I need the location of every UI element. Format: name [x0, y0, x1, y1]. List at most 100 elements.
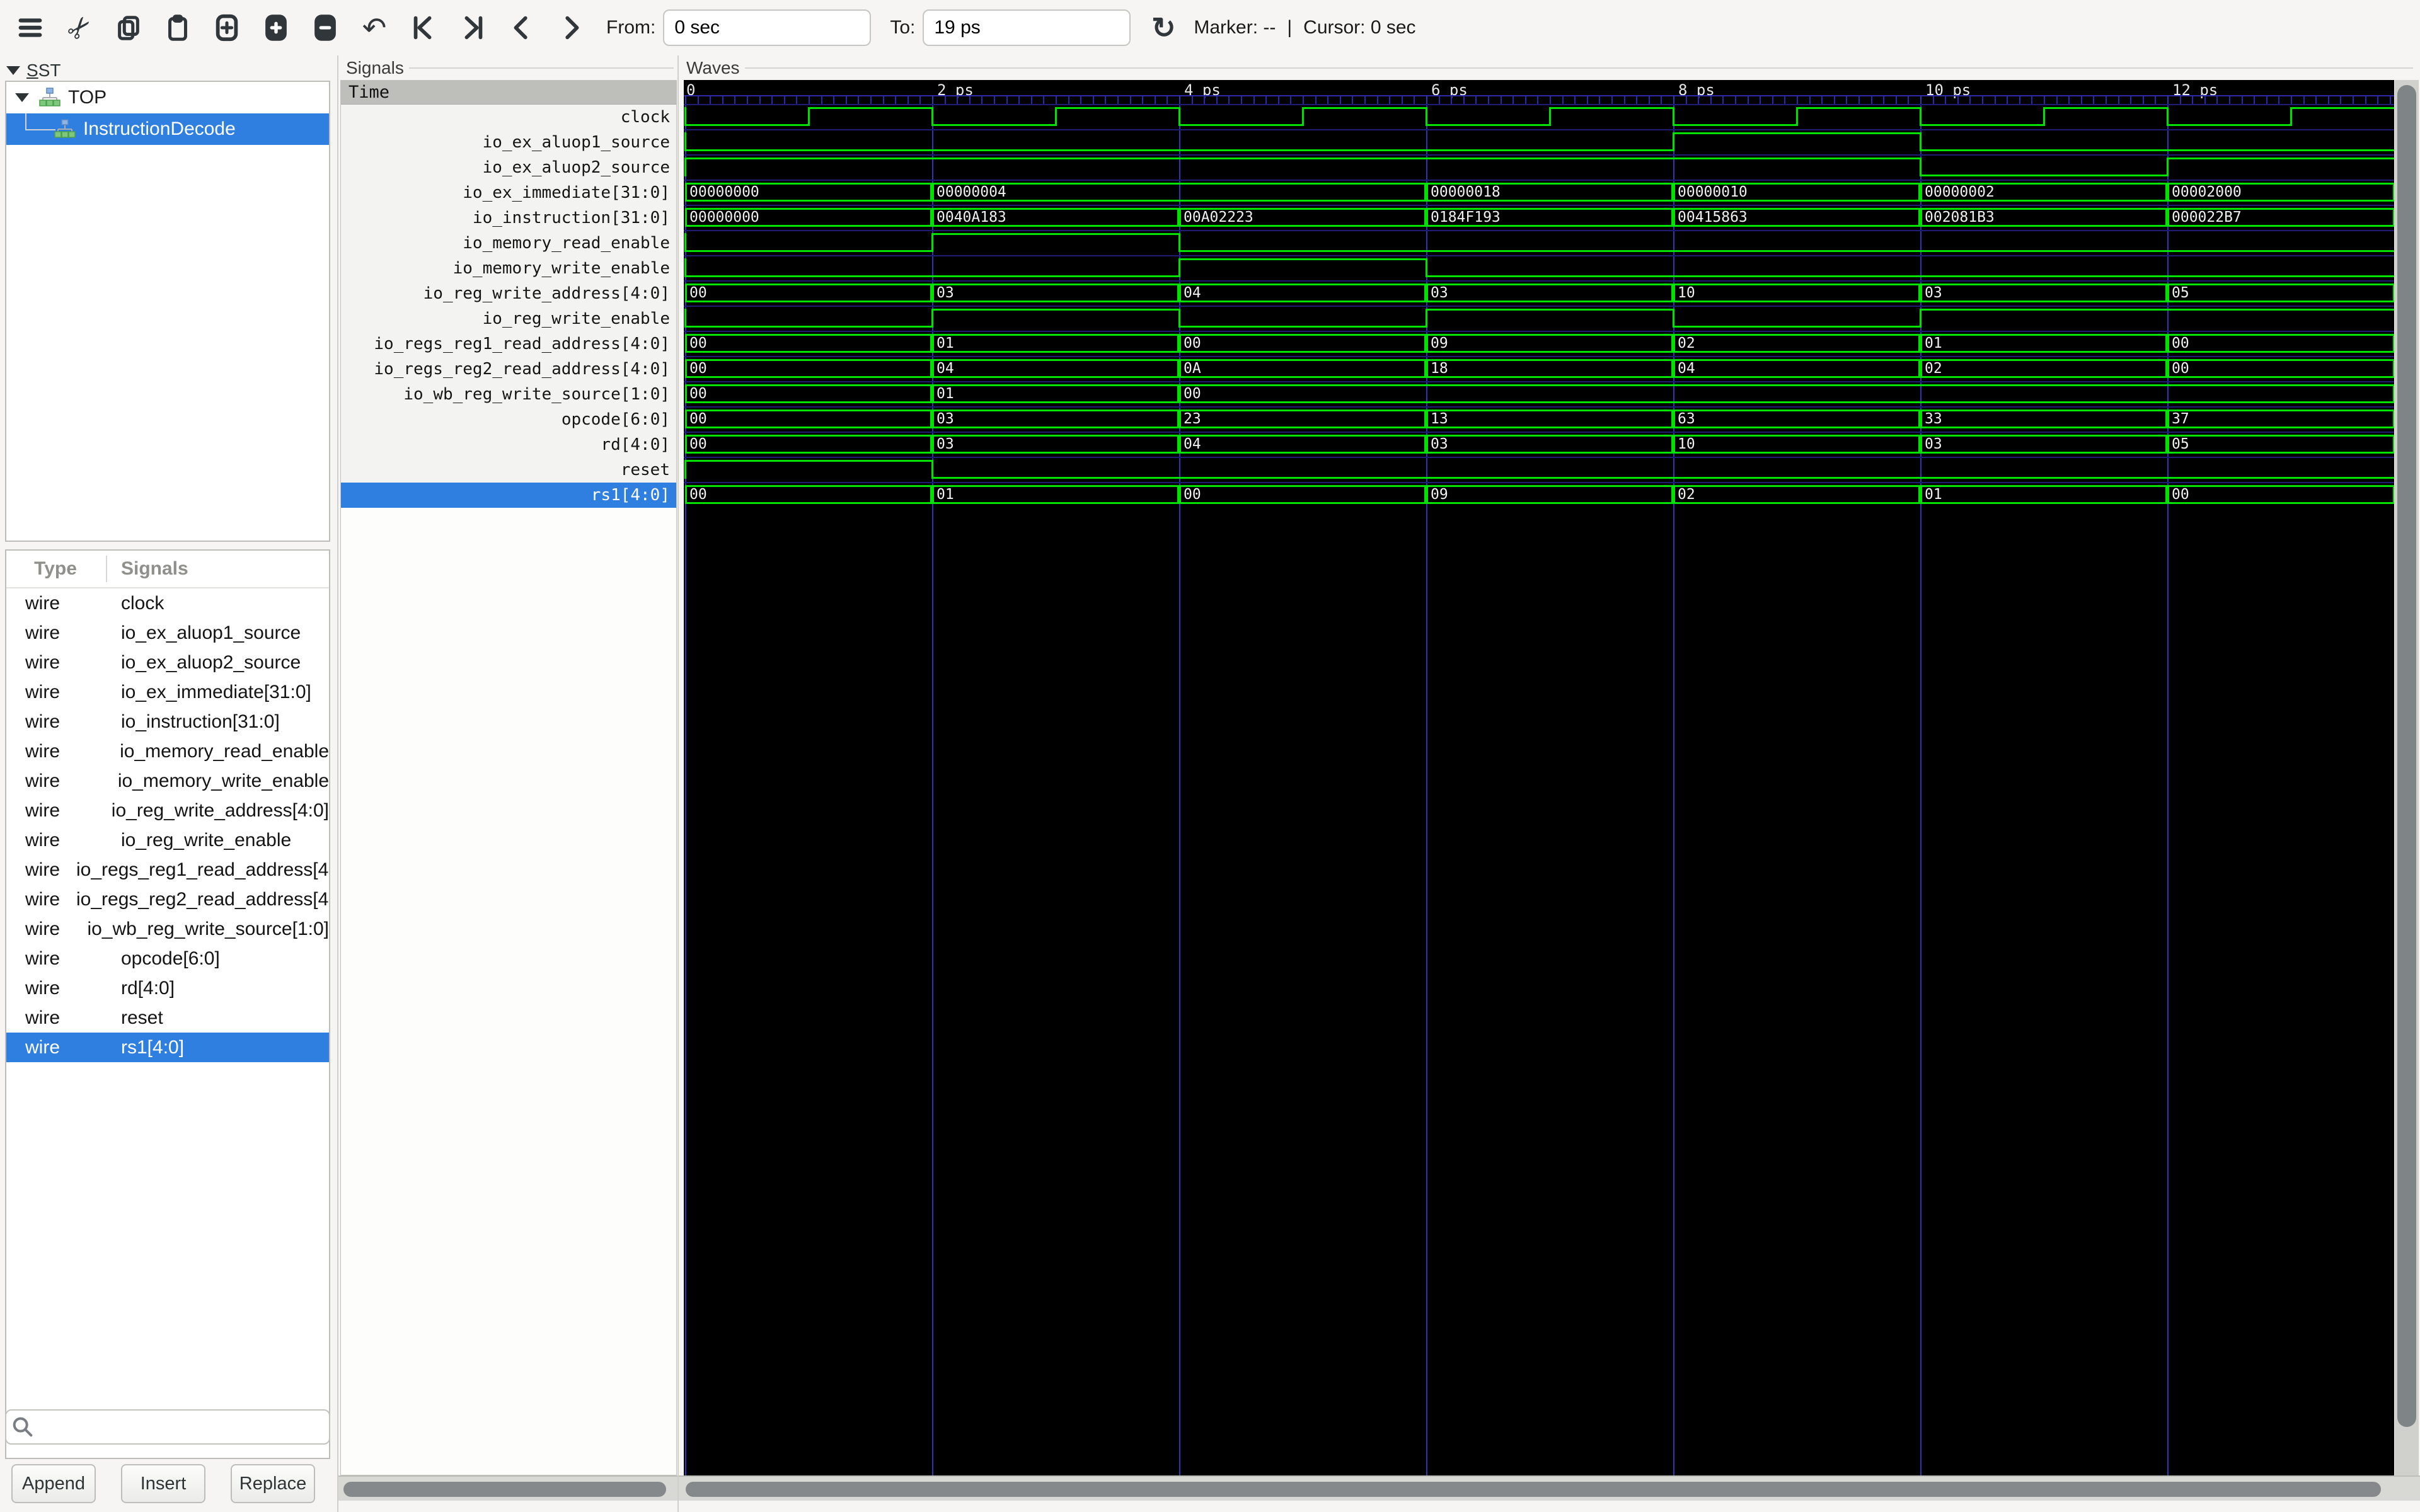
sst-title: SST	[26, 60, 60, 81]
wave-signal-name[interactable]: io_regs_reg2_read_address[4:0]	[341, 357, 676, 382]
go-to-end-icon[interactable]	[456, 10, 489, 45]
bit-edge	[1920, 309, 1922, 328]
signal-type: wire	[6, 830, 105, 851]
sst-header[interactable]: SST	[6, 60, 60, 81]
signal-table-row[interactable]: wireopcode[6:0]	[6, 944, 329, 973]
wave-signal-name[interactable]: io_ex_aluop2_source	[341, 155, 676, 180]
wave-signal-name[interactable]: clock	[341, 105, 676, 130]
zoom-fit-icon[interactable]	[210, 10, 243, 45]
go-to-start-icon[interactable]	[407, 10, 440, 45]
signal-name: io_ex_aluop2_source	[105, 652, 301, 673]
menu-icon[interactable]	[14, 10, 47, 45]
signal-table-row[interactable]: wireio_reg_write_enable	[6, 825, 329, 855]
cut-icon[interactable]: ✂	[63, 10, 96, 45]
signal-type: wire	[6, 889, 60, 910]
signal-table-row[interactable]: wireio_regs_reg2_read_address[4:0]	[6, 885, 329, 914]
bus-value-box	[1426, 334, 1673, 353]
wave-signal-name[interactable]: io_wb_reg_write_source[1:0]	[341, 382, 676, 407]
signal-table-row[interactable]: wireio_wb_reg_write_source[1:0]	[6, 914, 329, 944]
signal-table-row[interactable]: wireio_reg_write_address[4:0]	[6, 796, 329, 825]
signals-hscrollbar[interactable]	[338, 1475, 679, 1501]
step-forward-icon[interactable]	[555, 10, 587, 45]
bus-value-label: 05	[2172, 436, 2189, 452]
wave-signal-name[interactable]: io_memory_read_enable	[341, 231, 676, 256]
bit-edge	[1673, 107, 1674, 126]
signal-table-row[interactable]: wireio_ex_aluop2_source	[6, 648, 329, 677]
zoom-in-icon[interactable]	[260, 10, 292, 45]
signal-table-row[interactable]: wireio_memory_write_enable	[6, 766, 329, 796]
waves-legend: Waves	[686, 58, 2413, 78]
bus-value-box	[685, 334, 932, 353]
wave-canvas[interactable]: 02 ps4 ps6 ps8 ps10 ps12 ps0000000000000…	[684, 80, 2394, 1475]
from-input[interactable]	[663, 9, 871, 46]
wave-signal-name[interactable]: rd[4:0]	[341, 432, 676, 457]
wave-signal-name[interactable]: io_reg_write_enable	[341, 306, 676, 331]
signals-column-header: Signals	[105, 558, 188, 580]
zoom-out-icon[interactable]	[309, 10, 342, 45]
bus-value-box	[1920, 410, 2167, 428]
wave-signal-name[interactable]: io_instruction[31:0]	[341, 205, 676, 231]
waves-hscrollbar[interactable]	[679, 1475, 2420, 1501]
tree-node-top[interactable]: TOP	[6, 82, 329, 113]
signal-type: wire	[6, 770, 101, 792]
signal-table-row[interactable]: wireio_instruction[31:0]	[6, 707, 329, 736]
waves-vscrollbar-thumb[interactable]	[2397, 85, 2416, 1427]
bit-edge	[1426, 258, 1427, 277]
bit-level	[685, 124, 809, 126]
signal-name: io_reg_write_enable	[105, 830, 291, 851]
expander-triangle-icon[interactable]	[15, 93, 29, 102]
paste-icon[interactable]	[161, 10, 194, 45]
signal-table-row[interactable]: wireio_ex_aluop1_source	[6, 618, 329, 648]
signal-name: reset	[105, 1007, 163, 1029]
to-input[interactable]	[923, 9, 1131, 46]
bit-level	[932, 309, 1179, 311]
signal-table-row[interactable]: wireio_regs_reg1_read_address[4:0]	[6, 855, 329, 885]
bit-level	[1920, 124, 2044, 126]
search-input[interactable]	[39, 1411, 329, 1443]
step-back-icon[interactable]	[505, 10, 538, 45]
copy-icon[interactable]	[112, 10, 145, 45]
tree-node-instructiondecode[interactable]: InstructionDecode	[6, 113, 329, 145]
replace-button[interactable]: Replace	[231, 1464, 315, 1503]
toolbar: ✂↶ From: To: ↻ Marker: -- | Cursor: 0 se…	[0, 0, 2420, 55]
wave-signal-name[interactable]: rs1[4:0]	[341, 483, 676, 508]
wave-signal-name[interactable]: io_memory_write_enable	[341, 256, 676, 281]
bus-value-box	[932, 410, 1179, 428]
wave-signal-name[interactable]: io_ex_immediate[31:0]	[341, 180, 676, 205]
bus-value-label: 09	[1431, 335, 1448, 352]
signals-hscrollbar-thumb[interactable]	[343, 1482, 666, 1497]
wave-signal-name[interactable]: io_regs_reg1_read_address[4:0]	[341, 331, 676, 357]
wave-signal-name[interactable]: io_reg_write_address[4:0]	[341, 281, 676, 306]
column-separator	[106, 556, 107, 582]
signal-table-row[interactable]: wireio_ex_immediate[31:0]	[6, 677, 329, 707]
time-header-label: Time	[349, 83, 389, 102]
insert-button[interactable]: Insert	[121, 1464, 205, 1503]
bit-level	[1426, 124, 1550, 126]
bit-edge	[931, 107, 933, 126]
undo-icon[interactable]: ↶	[358, 10, 391, 45]
bus-value-label: 02	[1678, 335, 1695, 352]
wave-signal-name[interactable]: reset	[341, 457, 676, 483]
bit-edge	[2167, 107, 2169, 126]
wave-signal-name[interactable]: opcode[6:0]	[341, 407, 676, 432]
signal-table-row[interactable]: wirers1[4:0]	[6, 1033, 329, 1062]
bit-edge	[1178, 107, 1180, 126]
bus-value-label: 04	[1184, 285, 1201, 301]
wave-signal-name[interactable]: io_ex_aluop1_source	[341, 130, 676, 155]
append-button[interactable]: Append	[11, 1464, 96, 1503]
signal-table-row[interactable]: wirereset	[6, 1003, 329, 1033]
signal-table-rows: wireclockwireio_ex_aluop1_sourcewireio_e…	[6, 588, 329, 1062]
signal-table-row[interactable]: wireclock	[6, 588, 329, 618]
bus-value-box	[1179, 284, 1426, 302]
signal-search-box[interactable]	[5, 1409, 330, 1445]
waves-vscrollbar[interactable]	[2395, 80, 2419, 1475]
signal-table-row[interactable]: wirerd[4:0]	[6, 973, 329, 1003]
bus-value-box	[1179, 359, 1426, 378]
reload-icon[interactable]: ↻	[1147, 10, 1180, 45]
waves-hscrollbar-thumb[interactable]	[686, 1482, 2381, 1497]
bus-value-box	[932, 485, 1179, 504]
signal-table-row[interactable]: wireio_memory_read_enable	[6, 736, 329, 766]
bus-value-label: 10	[1678, 436, 1695, 452]
signal-type: wire	[6, 682, 105, 703]
bus-value-box	[1179, 384, 2394, 403]
